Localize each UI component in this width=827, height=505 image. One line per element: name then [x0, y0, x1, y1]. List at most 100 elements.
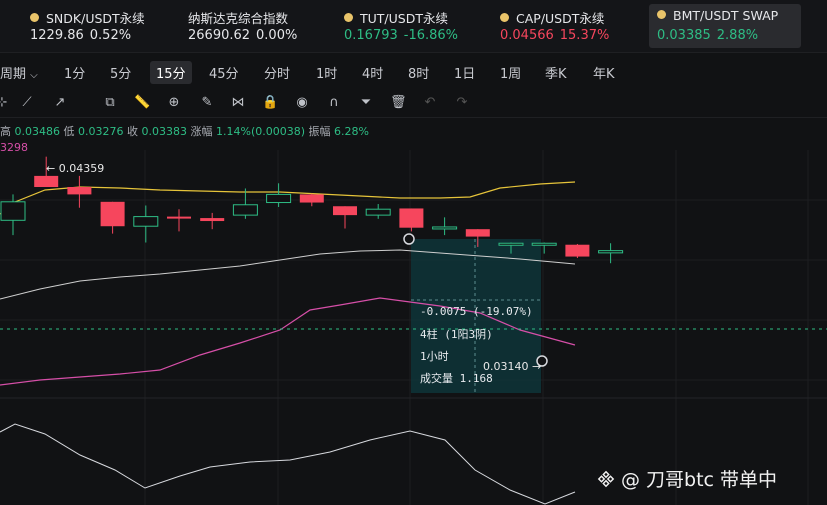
interval-45m[interactable]: 45分 [209, 63, 239, 82]
interval-5m[interactable]: 5分 [110, 63, 131, 82]
candle-body-down [399, 208, 424, 228]
candle-body-up [432, 226, 458, 230]
ohlc-high: 0.03486 [14, 125, 61, 138]
coin-icon [30, 13, 39, 22]
ticker-nasdaq[interactable]: 纳斯达克综合指数 26690.62 0.00% [188, 4, 328, 48]
candle-body-up [598, 250, 624, 254]
interval-bar: 周期 ⌵ 1分 5分 15分 45分 分时 1时 4时 8时 1日 1周 季K … [0, 58, 827, 86]
coin-icon [500, 13, 509, 22]
interval-15m[interactable]: 15分 [150, 61, 192, 84]
candle-body-down [100, 201, 125, 227]
ticker-name: BMT/USDT SWAP [673, 8, 779, 23]
ticker-change: 15.37% [559, 28, 610, 43]
ticker-price: 1229.86 [30, 28, 84, 43]
measure-bars: 4柱 (1阳3阴) [420, 328, 493, 341]
crosshair-icon[interactable]: ⊹ [0, 95, 10, 111]
measure-change: -0.0075 (-19.07%) [420, 305, 533, 318]
copy-icon[interactable]: ⧉ [102, 95, 118, 111]
ticker-change: 0.00% [256, 28, 298, 43]
ticker-cap[interactable]: CAP/USDT永续 0.04566 15.37% [500, 4, 640, 48]
interval-1w[interactable]: 1周 [500, 63, 521, 82]
drawing-toolbar: ⊹ ⟋ ↗ ⧉ 📏 ⊕ ✎ ⋈ 🔒 ◉ ∩ ⏷ 🗑 ↶ ↷ [0, 91, 827, 118]
candle [100, 201, 125, 234]
candle [299, 193, 324, 207]
ray-icon[interactable]: ↗ [52, 95, 68, 111]
candle-body-down [565, 244, 590, 257]
ohlc-amplitude: 6.28% [334, 125, 369, 138]
chevron-down-icon: ⌵ [30, 70, 38, 81]
indicator-line [0, 423, 576, 505]
undo-icon[interactable]: ↶ [422, 95, 438, 111]
candle [0, 194, 26, 236]
candle-body-down [167, 216, 191, 219]
candle [333, 206, 357, 229]
pattern-icon[interactable]: ⋈ [230, 95, 246, 111]
interval-8h[interactable]: 8时 [408, 63, 429, 82]
candle-body-up [531, 242, 557, 246]
interval-year[interactable]: 年K [593, 63, 615, 82]
measure-volume: 成交量 1.168 [420, 372, 493, 385]
ticker-change: 2.88% [716, 28, 759, 43]
interval-quarter[interactable]: 季K [545, 63, 567, 82]
interval-1h[interactable]: 1时 [316, 63, 337, 82]
ticker-sndk[interactable]: SNDK/USDT永续 1229.86 0.52% [30, 4, 170, 48]
candle-body-down [333, 206, 357, 216]
interval-1m[interactable]: 1分 [64, 63, 85, 82]
binance-logo-icon [597, 470, 615, 488]
high-price-marker: ← 0.04359 [46, 162, 104, 175]
interval-4h[interactable]: 4时 [362, 63, 383, 82]
measure-time: 1小时 [420, 350, 449, 363]
candle [67, 175, 92, 208]
ticker-name: SNDK/USDT永续 [46, 11, 145, 26]
ticker-bmt[interactable]: BMT/USDT SWAP 0.03385 2.88% [649, 4, 801, 48]
trendline-icon[interactable]: ⟋ [19, 95, 35, 111]
candle-body-down [465, 229, 490, 237]
candle-body-down [299, 194, 324, 203]
candle [399, 208, 424, 232]
candle-body-up [133, 216, 159, 227]
candle-body-up [498, 242, 524, 246]
ohlc-low: 0.03276 [78, 125, 124, 138]
interval-1d[interactable]: 1日 [454, 63, 475, 82]
filter-icon[interactable]: ⏷ [358, 95, 374, 111]
ticker-name: CAP/USDT永续 [516, 11, 605, 26]
candle-body-up [266, 193, 292, 204]
candle [167, 209, 191, 232]
candle [432, 217, 458, 236]
candle-body-up [232, 204, 258, 216]
ohlc-change: 1.14%(0.00038) [216, 125, 306, 138]
candle [266, 183, 292, 207]
measure-start-handle[interactable] [403, 233, 415, 245]
eye-icon[interactable]: ◉ [294, 95, 310, 111]
redo-icon[interactable]: ↷ [454, 95, 470, 111]
ticker-bar: SNDK/USDT永续 1229.86 0.52% 纳斯达克综合指数 26690.… [0, 0, 827, 53]
ticker-price: 0.16793 [344, 28, 398, 43]
candle-body-up [365, 208, 391, 216]
candle [200, 212, 225, 230]
ticker-name: 纳斯达克综合指数 [188, 11, 289, 26]
brush-icon[interactable]: ✎ [199, 95, 215, 111]
ticker-price: 26690.62 [188, 28, 251, 43]
candle-body-down [67, 187, 92, 195]
ticker-price: 0.03385 [657, 28, 711, 43]
candle-body-up [0, 201, 26, 221]
zoom-icon[interactable]: ⊕ [166, 95, 182, 111]
ruler-icon[interactable]: 📏 [134, 95, 150, 111]
magnet-icon[interactable]: ∩ [326, 95, 342, 111]
candle [232, 188, 258, 219]
candle-body-down [200, 218, 225, 222]
ticker-change: -16.86% [403, 28, 459, 43]
trash-icon[interactable]: 🗑 [390, 95, 407, 111]
coin-icon [344, 13, 353, 22]
watermark-text: @ 刀哥btc 带单中 [621, 469, 778, 491]
ticker-name: TUT/USDT永续 [360, 11, 448, 26]
ticker-tut[interactable]: TUT/USDT永续 0.16793 -16.86% [344, 4, 484, 48]
interval-period-dropdown[interactable]: 周期 ⌵ [0, 63, 38, 82]
ticker-price: 0.04566 [500, 28, 554, 43]
candle [565, 243, 590, 259]
candle [365, 204, 391, 219]
interval-timeline[interactable]: 分时 [264, 63, 290, 82]
ticker-change: 0.52% [89, 28, 132, 43]
coin-icon [657, 10, 666, 19]
lock-icon[interactable]: 🔒 [262, 95, 278, 111]
